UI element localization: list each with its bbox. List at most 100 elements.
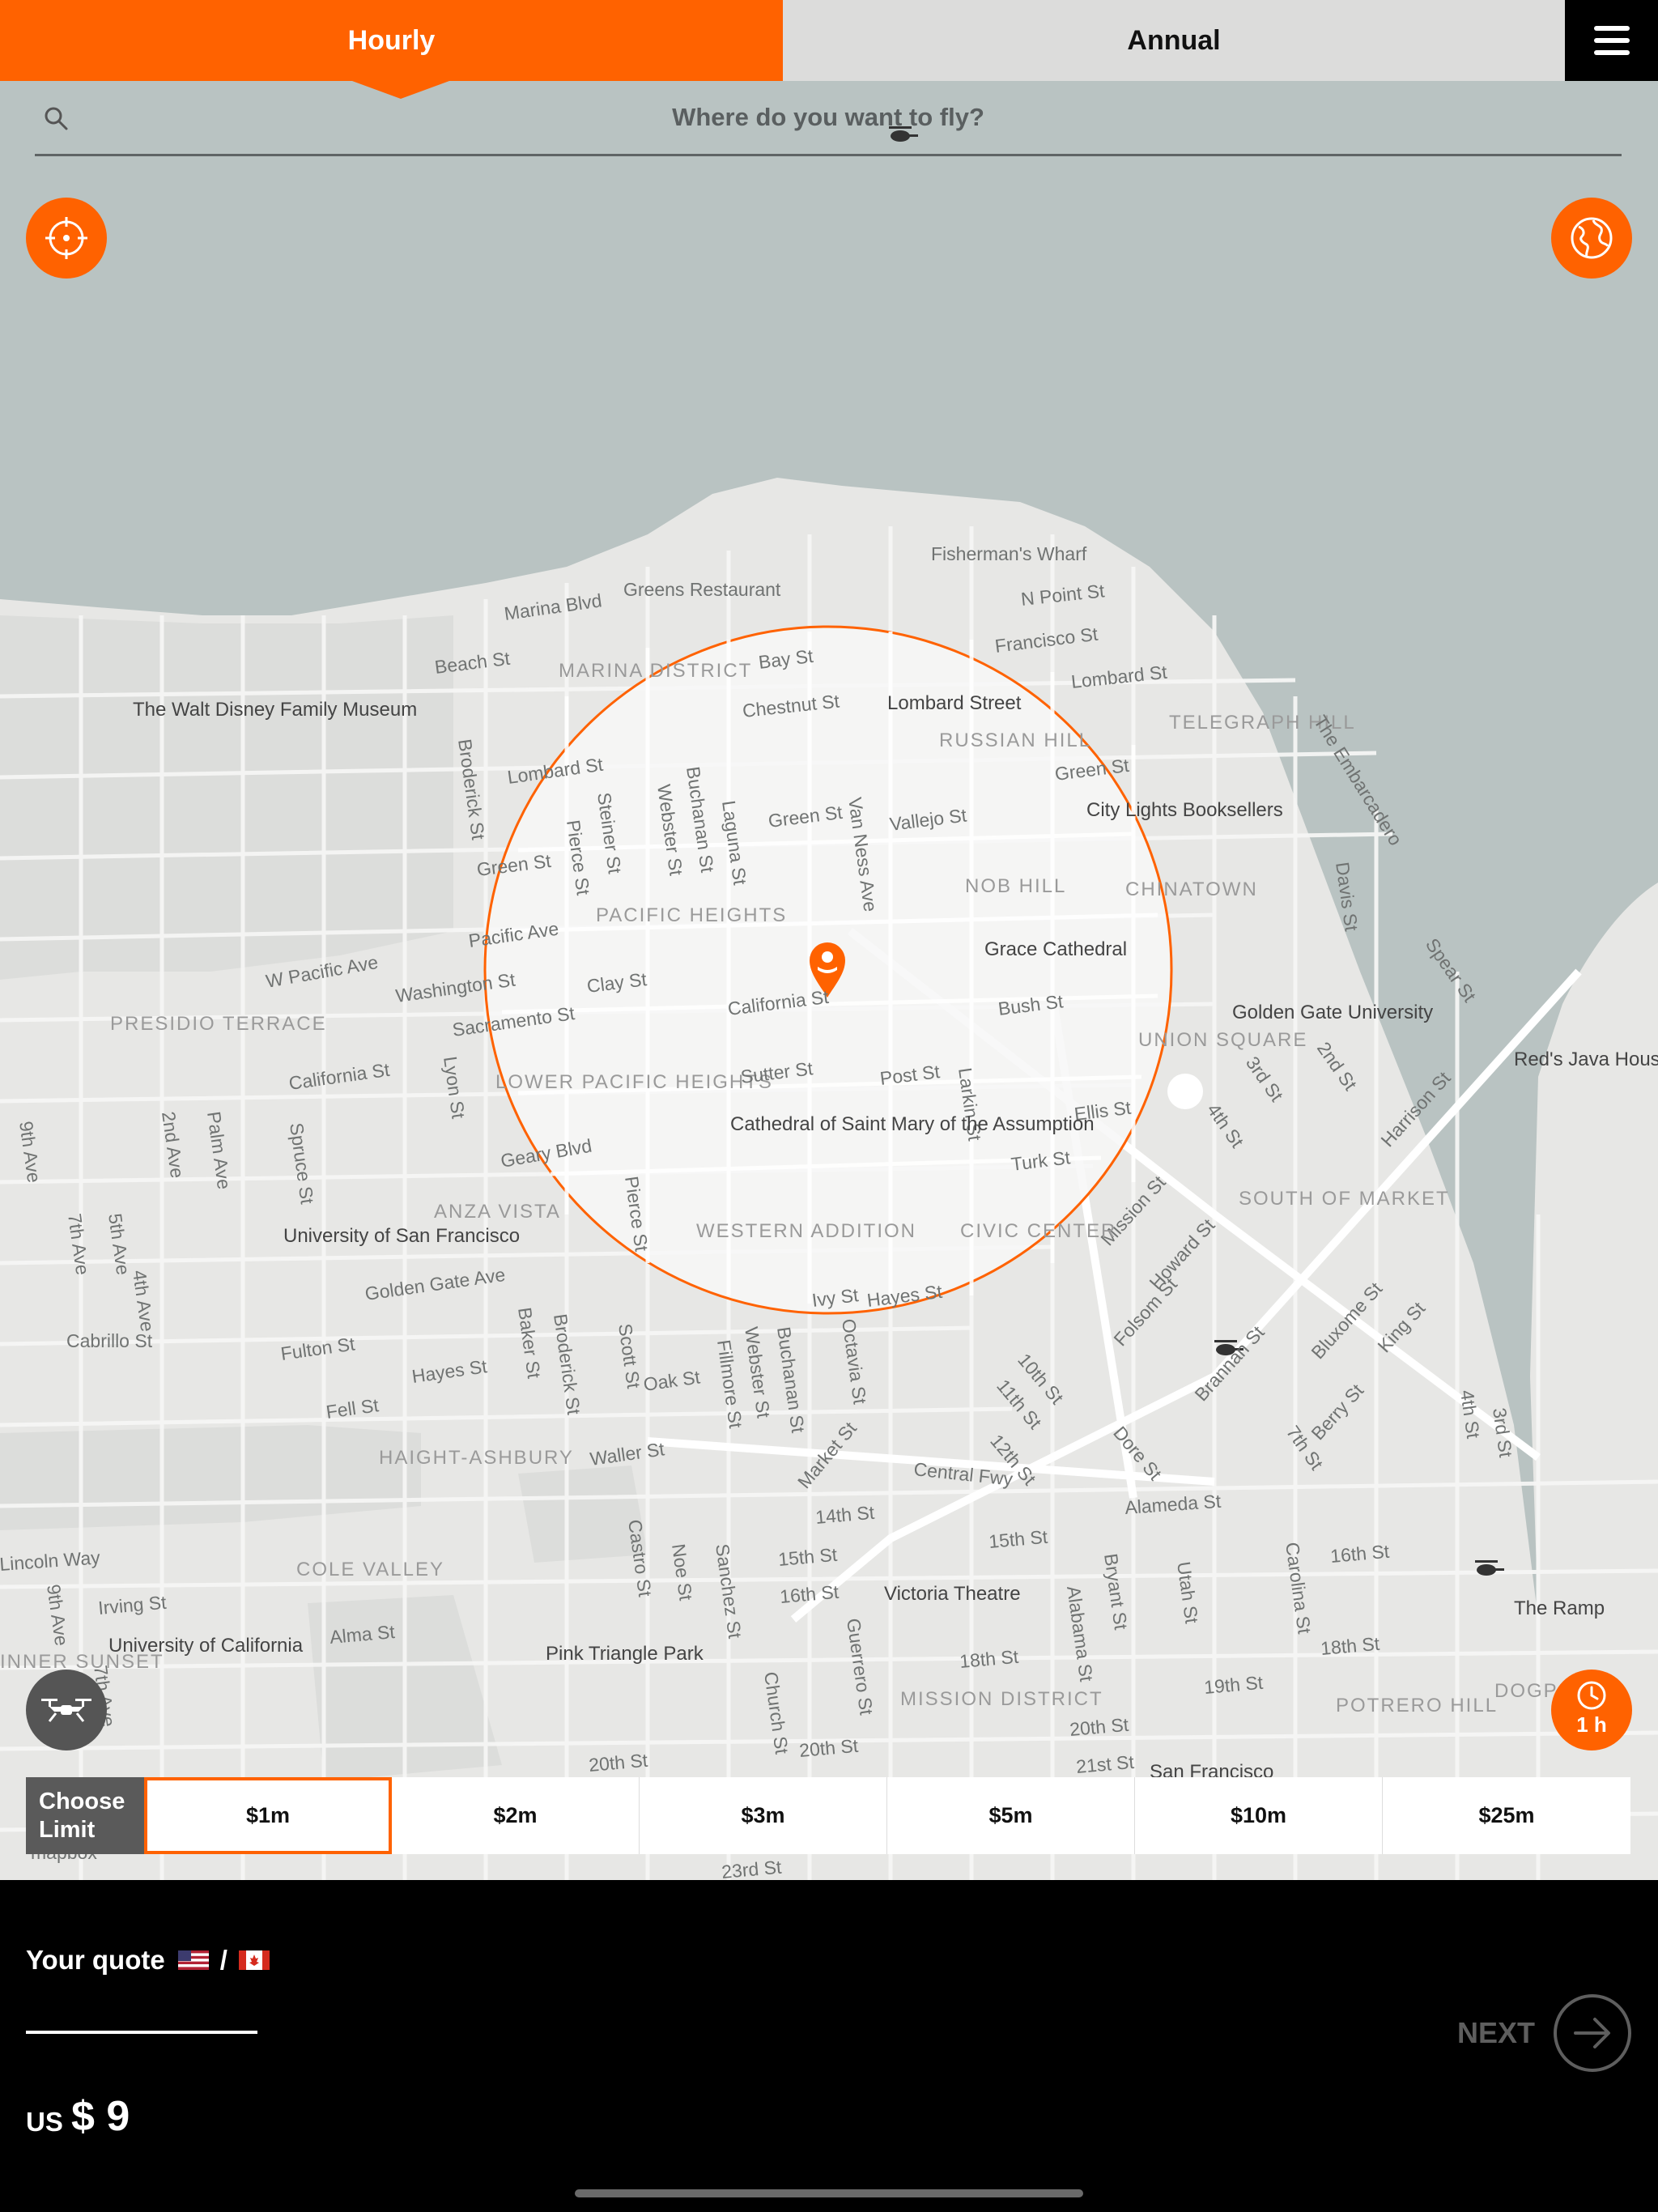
map-label: 2nd St	[1313, 1038, 1362, 1095]
user-location-dot	[1167, 1074, 1203, 1109]
drone-button[interactable]	[26, 1670, 107, 1750]
map-label: Castro St	[624, 1518, 656, 1598]
map-label: 20th St	[798, 1735, 859, 1761]
map-label: Cabrillo St	[66, 1330, 153, 1351]
tab-annual[interactable]: Annual	[783, 0, 1565, 81]
map-label: 21st St	[1075, 1751, 1135, 1777]
map-label: Alameda St	[1124, 1491, 1222, 1518]
menu-button[interactable]	[1565, 0, 1658, 81]
map-label: UNION SQUARE	[1138, 1029, 1307, 1051]
map-label: Francisco St	[993, 623, 1099, 657]
map-label: INNER SUNSET	[0, 1651, 164, 1673]
map-label: Sanchez St	[712, 1542, 746, 1640]
map-label: 15th St	[777, 1544, 838, 1570]
map-label: City Lights Booksellers	[1086, 799, 1283, 821]
map-label: PACIFIC HEIGHTS	[596, 904, 787, 926]
map-label: Fillmore St	[713, 1338, 746, 1430]
map-label: 16th St	[779, 1581, 840, 1607]
map-label: Fisherman's Wharf	[931, 543, 1087, 564]
search-bar[interactable]	[35, 81, 1622, 156]
map-label: Oak St	[642, 1366, 702, 1395]
map-label: 20th St	[588, 1750, 648, 1776]
drone-icon	[41, 1699, 91, 1722]
limit-option-2m[interactable]: $2m	[392, 1777, 640, 1854]
limit-selector: Choose Limit $1m $2m $3m $5m $10m $25m	[26, 1777, 1630, 1854]
map[interactable]: Fisherman's Wharf N Point St Greens Rest…	[0, 81, 1658, 1880]
map-label: Lombard St	[1070, 661, 1169, 692]
quote-label: Your quote	[26, 1945, 165, 1975]
quote-header: Your quote /	[26, 1945, 270, 1976]
map-label: 7th Ave	[64, 1212, 93, 1276]
map-label: 9th Ave	[15, 1120, 45, 1184]
limit-option-5m[interactable]: $5m	[887, 1777, 1135, 1854]
search-input[interactable]	[35, 102, 1622, 133]
map-label: NOB HILL	[965, 875, 1066, 897]
map-label: Folsom St	[1109, 1274, 1181, 1351]
top-tab-bar: Hourly Annual	[0, 0, 1658, 99]
canada-flag-icon	[238, 1950, 270, 1970]
map-label: HAIGHT-ASHBURY	[379, 1447, 574, 1469]
quote-currency: US	[26, 2107, 63, 2137]
map-label: Carolina St	[1282, 1541, 1316, 1636]
map-label: Alabama St	[1063, 1585, 1097, 1683]
us-flag-icon	[177, 1950, 209, 1970]
map-label: Berry St	[1307, 1380, 1367, 1444]
map-label: Broderick St	[550, 1312, 585, 1416]
map-label: Greens Restaurant	[623, 579, 781, 600]
map-label: Howard St	[1145, 1214, 1219, 1294]
map-label: Buchanan St	[773, 1325, 809, 1435]
locate-button[interactable]	[26, 198, 107, 279]
next-button[interactable]: NEXT	[1457, 1993, 1632, 2073]
limit-option-10m[interactable]: $10m	[1135, 1777, 1383, 1854]
map-label: Noe St	[668, 1542, 697, 1602]
map-label: Utah St	[1173, 1560, 1203, 1625]
map-label: Guerrero St	[843, 1617, 878, 1716]
map-label: 16th St	[1329, 1541, 1390, 1567]
map-label: POTRERO HILL	[1336, 1695, 1498, 1716]
globe-button[interactable]	[1551, 198, 1632, 279]
map-label: LOWER PACIFIC HEIGHTS	[495, 1071, 773, 1093]
map-label: CIVIC CENTER	[960, 1220, 1116, 1242]
map-label: Spruce St	[286, 1121, 318, 1206]
map-label: MISSION DISTRICT	[900, 1688, 1103, 1710]
map-label: Irving St	[97, 1592, 168, 1619]
choose-limit-label: Choose Limit	[26, 1777, 144, 1854]
map-label: Baker St	[514, 1306, 545, 1380]
map-label: SOUTH OF MARKET	[1239, 1188, 1450, 1210]
limit-option-25m[interactable]: $25m	[1383, 1777, 1630, 1854]
map-label: Webster St	[741, 1325, 775, 1419]
home-indicator	[575, 2189, 1083, 2197]
map-label: Lombard Street	[887, 692, 1022, 714]
map-label: Lincoln Way	[0, 1546, 101, 1575]
map-label: King St	[1373, 1297, 1429, 1356]
tab-hourly[interactable]: Hourly	[0, 0, 783, 99]
map-label: Golden Gate University	[1232, 1002, 1433, 1023]
map-label: The Ramp	[1514, 1597, 1605, 1619]
map-label: 9th Ave	[43, 1583, 72, 1647]
map-label: COLE VALLEY	[296, 1559, 444, 1580]
quote-panel: Your quote / US $ 9 NEXT	[0, 1880, 1658, 2212]
map-label: Pink Triangle Park	[546, 1643, 704, 1665]
map-label: 4th St	[1456, 1389, 1484, 1440]
map-label: 19th St	[1203, 1672, 1264, 1698]
map-label: Lyon St	[440, 1055, 470, 1121]
map-label: Brannan St	[1190, 1321, 1269, 1405]
map-label: 18th St	[959, 1646, 1019, 1672]
limit-option-3m[interactable]: $3m	[640, 1777, 887, 1854]
map-label: PRESIDIO TERRACE	[110, 1013, 327, 1035]
map-label: The Walt Disney Family Museum	[133, 699, 417, 721]
quote-separator: /	[219, 1945, 227, 1975]
map-label: Red's Java House	[1514, 1049, 1658, 1070]
tab-annual-label: Annual	[1127, 24, 1221, 56]
map-label: 14th St	[814, 1502, 875, 1528]
map-label: Grace Cathedral	[984, 938, 1127, 960]
limit-option-1m[interactable]: $1m	[144, 1777, 392, 1854]
map-label: 15th St	[988, 1526, 1048, 1552]
map-label: N Point St	[1020, 580, 1106, 610]
menu-icon	[1593, 26, 1630, 55]
search-icon	[45, 107, 68, 130]
duration-button[interactable]: 1 h	[1551, 1670, 1632, 1750]
map-label: 4th St	[1203, 1100, 1248, 1152]
golden-gate-park	[0, 1425, 421, 1530]
map-label: RUSSIAN HILL	[939, 730, 1091, 751]
